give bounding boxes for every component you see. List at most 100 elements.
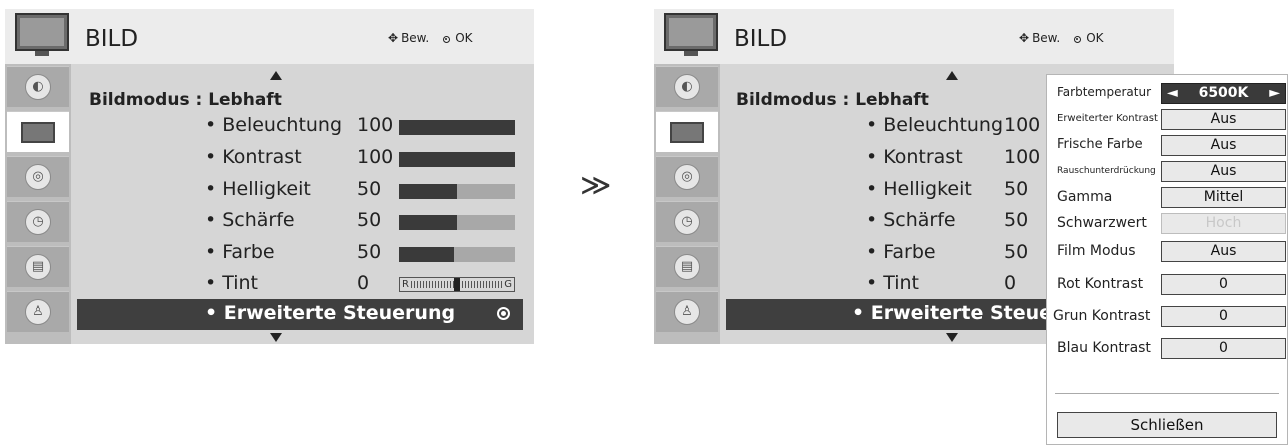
popup-row-film-modus[interactable]: Film Modus Aus (1057, 241, 1286, 267)
menu-item-helligkeit[interactable]: • Helligkeit (205, 178, 311, 200)
option-icon: ▤ (674, 254, 700, 280)
menu-item-kontrast[interactable]: • Kontrast (205, 146, 302, 168)
menu-item-schaerfe[interactable]: • Schärfe (866, 209, 956, 231)
value-helligkeit: 50 (1004, 178, 1029, 200)
slider-kontrast[interactable] (399, 152, 515, 167)
clock-icon: ◷ (25, 209, 51, 235)
menu-title: BILD (85, 26, 139, 52)
sidebar-item-time[interactable]: ◷ (7, 201, 69, 242)
scroll-up-arrow[interactable] (270, 71, 282, 80)
picture-mode-label: Bildmodus : Lebhaft (89, 90, 282, 110)
menu-item-tint[interactable]: • Tint (866, 272, 919, 294)
lock-icon: ♙ (25, 299, 51, 325)
value-farbe: 50 (1004, 241, 1029, 263)
slider-helligkeit[interactable] (399, 184, 515, 199)
picture-menu-left: BILD ✥ Bew. OK ◐ ◎ ◷ ▤ ♙ Bildmodus : Lebha… (5, 9, 534, 344)
frische-farbe-value[interactable]: Aus (1161, 135, 1286, 156)
value-farbe: 50 (357, 241, 382, 263)
sidebar-item-audio[interactable]: ◎ (656, 156, 718, 197)
picture-icon: ◐ (25, 74, 51, 100)
slider-farbe[interactable] (399, 247, 515, 262)
sidebar-item-picture[interactable] (656, 111, 718, 152)
menu-item-erweiterte-steuerung[interactable]: • Erweiterte Steuerung (77, 299, 523, 330)
speaker-icon: ◎ (25, 164, 51, 190)
arrow-right-icon[interactable]: ► (1269, 84, 1280, 103)
popup-label: Rauschunterdrückung (1057, 166, 1156, 176)
sidebar-item-option[interactable]: ▤ (7, 246, 69, 287)
nav-hint: ✥ Bew. OK (388, 31, 473, 45)
ok-icon (443, 36, 451, 43)
nav-hint: ✥ Bew. OK (1019, 31, 1104, 45)
popup-row-grun-kontrast[interactable]: Grun Kontrast 0 (1053, 306, 1286, 332)
schwarzwert-value: Hoch (1161, 213, 1286, 234)
scroll-down-arrow[interactable] (270, 333, 282, 342)
close-button[interactable]: Schließen (1057, 412, 1277, 438)
sidebar-item-option[interactable]: ▤ (656, 246, 718, 287)
popup-row-farbtemperatur[interactable]: Farbtemperatur ◄ 6500K ► (1057, 83, 1286, 109)
ok-icon (497, 307, 510, 320)
menu-item-kontrast[interactable]: • Kontrast (866, 146, 963, 168)
menu-item-beleuchtung[interactable]: • Beleuchtung (205, 114, 342, 136)
slider-fill (399, 247, 454, 262)
tint-slider[interactable]: R G (399, 277, 515, 292)
erweiterter-kontrast-value[interactable]: Aus (1161, 109, 1286, 130)
menu-item-beleuchtung[interactable]: • Beleuchtung (866, 114, 1003, 136)
grun-kontrast-value[interactable]: 0 (1161, 306, 1286, 327)
popup-row-rauschunterdrueckung[interactable]: Rauschunterdrückung Aus (1057, 161, 1286, 187)
popup-row-frische-farbe[interactable]: Frische Farbe Aus (1057, 135, 1286, 161)
hint-move-label: Bew. (1032, 31, 1061, 45)
popup-row-rot-kontrast[interactable]: Rot Kontrast 0 (1057, 274, 1286, 300)
advanced-control-popup: Farbtemperatur ◄ 6500K ► Erweiterter Kontr… (1046, 74, 1288, 445)
popup-row-blau-kontrast[interactable]: Blau Kontrast 0 (1057, 338, 1286, 364)
popup-label: Erweiterter Kontrast (1057, 113, 1158, 124)
popup-row-schwarzwert[interactable]: Schwarzwert Hoch (1057, 213, 1286, 239)
speaker-icon: ◎ (674, 164, 700, 190)
sidebar-item-lock[interactable]: ♙ (7, 291, 69, 332)
menu-item-farbe[interactable]: • Farbe (205, 241, 275, 263)
hint-ok-label: OK (455, 31, 473, 45)
sidebar-item-picture[interactable] (7, 111, 69, 152)
value-tint: 0 (1004, 272, 1017, 294)
popup-row-gamma[interactable]: Gamma Mittel (1057, 187, 1286, 213)
value-beleuchtung: 100 (357, 114, 394, 136)
slider-fill (399, 215, 457, 230)
rot-kontrast-value[interactable]: 0 (1161, 274, 1286, 295)
sidebar-item-setup[interactable]: ◐ (7, 66, 69, 107)
slider-beleuchtung[interactable] (399, 120, 515, 135)
film-modus-value[interactable]: Aus (1161, 241, 1286, 262)
farbtemperatur-selector[interactable]: ◄ 6500K ► (1161, 83, 1286, 104)
value-helligkeit: 50 (357, 178, 382, 200)
popup-row-erweiterter-kontrast[interactable]: Erweiterter Kontrast Aus (1057, 109, 1286, 135)
popup-label: Farbtemperatur (1057, 85, 1152, 99)
arrow-left-icon[interactable]: ◄ (1167, 84, 1178, 103)
category-sidebar: ◐ ◎ ◷ ▤ ♙ (5, 64, 71, 344)
menu-item-farbe[interactable]: • Farbe (866, 241, 936, 263)
popup-label: Frische Farbe (1057, 137, 1143, 152)
hint-ok-label: OK (1086, 31, 1104, 45)
value-beleuchtung: 100 (1004, 114, 1041, 136)
popup-label: Schwarzwert (1057, 215, 1147, 231)
sidebar-item-lock[interactable]: ♙ (656, 291, 718, 332)
move-arrows-icon: ✥ (388, 31, 399, 45)
slider-fill (399, 152, 515, 167)
tint-red-label: R (402, 279, 409, 290)
menu-item-tint[interactable]: • Tint (205, 272, 258, 294)
popup-label: Rot Kontrast (1057, 276, 1144, 292)
value-kontrast: 100 (1004, 146, 1041, 168)
gamma-value[interactable]: Mittel (1161, 187, 1286, 208)
value-schaerfe: 50 (1004, 209, 1029, 231)
menu-item-schaerfe[interactable]: • Schärfe (205, 209, 295, 231)
tint-knob[interactable] (454, 278, 460, 291)
menu-item-helligkeit[interactable]: • Helligkeit (866, 178, 972, 200)
sidebar-item-setup[interactable]: ◐ (656, 66, 718, 107)
popup-divider (1055, 393, 1279, 394)
sidebar-item-audio[interactable]: ◎ (7, 156, 69, 197)
popup-label: Grun Kontrast (1053, 308, 1151, 324)
blau-kontrast-value[interactable]: 0 (1161, 338, 1286, 359)
sidebar-item-time[interactable]: ◷ (656, 201, 718, 242)
rauschunterdrueckung-value[interactable]: Aus (1161, 161, 1286, 182)
scroll-down-arrow[interactable] (946, 333, 958, 342)
slider-schaerfe[interactable] (399, 215, 515, 230)
tv-icon (15, 13, 69, 56)
scroll-up-arrow[interactable] (946, 71, 958, 80)
